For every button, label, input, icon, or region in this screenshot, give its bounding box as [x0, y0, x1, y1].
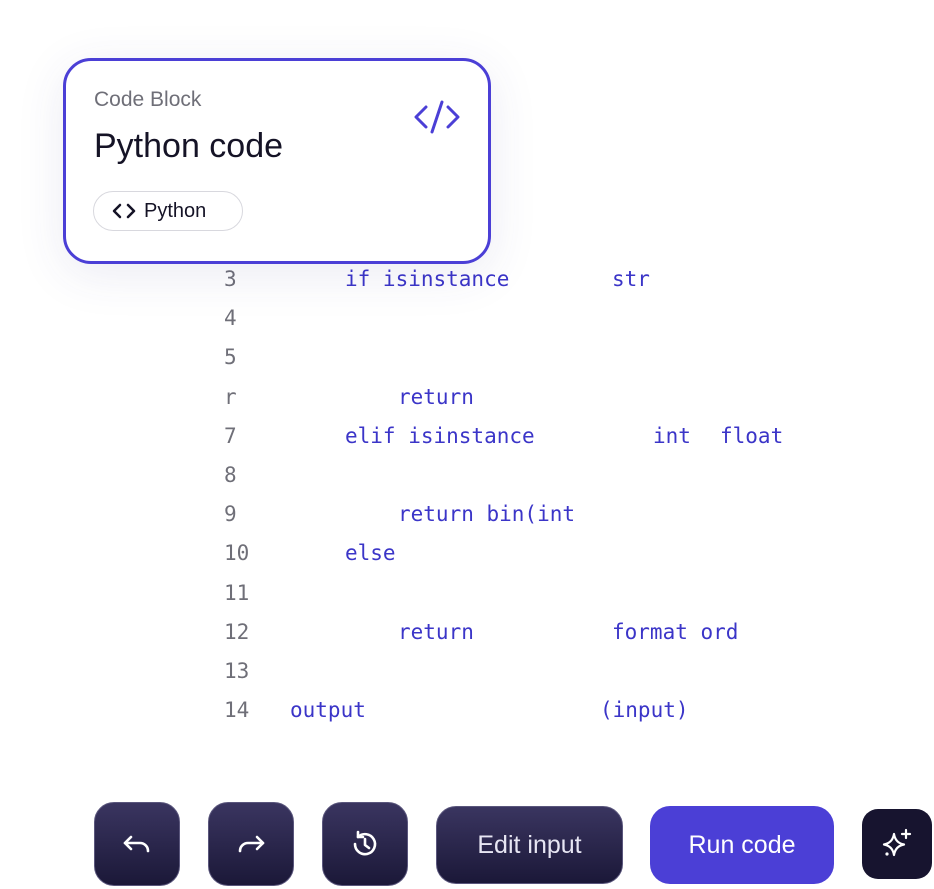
code-line: r return [0, 382, 934, 412]
code-icon [414, 100, 460, 134]
line-number: 5 [224, 345, 237, 369]
code-line: 4 [0, 303, 934, 333]
line-number: 3 [224, 267, 237, 291]
line-number: 12 [224, 620, 250, 644]
line-number: 8 [224, 463, 237, 487]
card-title: Python code [94, 127, 284, 165]
line-number: 4 [224, 306, 237, 330]
undo-button[interactable] [94, 802, 180, 886]
line-number: r [224, 385, 237, 409]
code-line: 9 return bin(int [0, 499, 934, 529]
line-number: 7 [224, 424, 237, 448]
code-token: return [398, 620, 474, 644]
code-token: return bin(int [398, 502, 576, 526]
code-line: 10 else [0, 538, 934, 568]
code-token: if isinstance [345, 267, 510, 291]
undo-icon [123, 835, 150, 853]
code-line: 14 output (input) [0, 695, 934, 725]
code-token: return [398, 385, 474, 409]
code-line: 12 return format ord [0, 617, 934, 647]
history-button[interactable] [322, 802, 408, 886]
sparkle-icon [882, 828, 912, 857]
ai-assist-button[interactable] [862, 809, 932, 879]
code-block-card[interactable]: Code Block Python code Python [63, 58, 491, 264]
code-token: int [653, 424, 691, 448]
code-line: 8 [0, 460, 934, 490]
redo-icon [238, 835, 265, 853]
line-number: 14 [224, 698, 250, 722]
code-line: 3 if isinstance str [0, 264, 934, 294]
code-token: output [290, 698, 366, 722]
code-line: 13 [0, 656, 934, 686]
code-token: else [345, 541, 396, 565]
brackets-icon [112, 203, 136, 219]
edit-input-button[interactable]: Edit input [436, 806, 623, 884]
code-token: float [720, 424, 784, 448]
code-token: elif isinstance [345, 424, 535, 448]
language-label: Python [144, 199, 207, 222]
code-line: 5 [0, 342, 934, 372]
code-line: 7 elif isinstance int float [0, 421, 934, 451]
redo-button[interactable] [208, 802, 294, 886]
line-number: 13 [224, 659, 250, 683]
language-pill[interactable]: Python [93, 191, 243, 231]
card-label: Code Block [94, 88, 202, 111]
line-number: 9 [224, 502, 237, 526]
run-code-button[interactable]: Run code [650, 806, 834, 884]
code-token: str [612, 267, 650, 291]
code-token: format ord [612, 620, 739, 644]
line-number: 11 [224, 581, 250, 605]
line-number: 10 [224, 541, 250, 565]
history-icon [353, 830, 377, 856]
code-token: (input) [600, 698, 689, 722]
code-line: 11 [0, 578, 934, 608]
